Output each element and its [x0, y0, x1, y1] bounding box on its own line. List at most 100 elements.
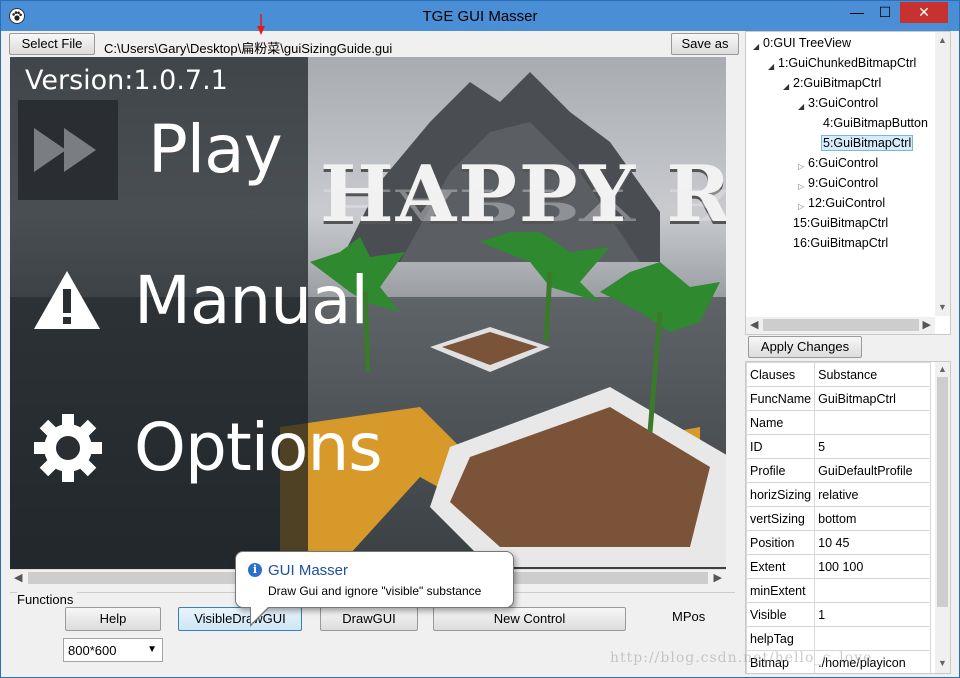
- property-row[interactable]: ID 5: [746, 434, 932, 459]
- version-label: Version:1.0.7.1: [25, 65, 228, 96]
- collapse-icon[interactable]: ◢: [768, 62, 774, 71]
- property-value[interactable]: 10 45: [814, 530, 932, 555]
- play-icon-box[interactable]: [18, 100, 118, 200]
- property-row[interactable]: Extent 100 100: [746, 554, 932, 579]
- property-row[interactable]: helpTag: [746, 626, 932, 651]
- mpos-label: MPos: [672, 609, 706, 624]
- property-key: Profile: [746, 458, 816, 483]
- properties-table: Clauses Substance FuncName GuiBitmapCtrl …: [746, 362, 932, 673]
- resolution-select[interactable]: 800*600 ▼: [63, 638, 163, 662]
- property-key: FuncName: [746, 386, 816, 411]
- menu-options[interactable]: Options: [134, 409, 383, 486]
- gui-preview[interactable]: HAPPY ROI HAPPY ROI Version:1.0.7.1 Play…: [10, 57, 726, 569]
- property-row[interactable]: Profile GuiDefaultProfile: [746, 458, 932, 483]
- scroll-left-icon[interactable]: ◀: [750, 318, 758, 331]
- title-bar[interactable]: TGE GUI Masser — ☐ ✕: [1, 1, 959, 31]
- apply-changes-button[interactable]: Apply Changes: [748, 336, 862, 358]
- property-row[interactable]: minExtent: [746, 578, 932, 603]
- gui-treeview[interactable]: ◢ 0:GUI TreeView ◢ 1:GuiChunkedBitmapCtr…: [745, 31, 951, 335]
- properties-vertical-scrollbar[interactable]: ▲ ▼: [935, 362, 950, 673]
- property-key: Extent: [746, 554, 816, 579]
- tree-node[interactable]: 12:GuiControl: [808, 196, 885, 210]
- fast-forward-icon: [34, 128, 96, 172]
- property-key: Visible: [746, 602, 816, 627]
- tooltip-tail: [251, 606, 269, 624]
- tree-vertical-scrollbar[interactable]: ▲ ▼: [935, 32, 950, 316]
- tooltip-body: Draw Gui and ignore "visible" substance: [268, 584, 482, 598]
- scroll-right-icon[interactable]: ▶: [714, 571, 722, 584]
- collapse-icon[interactable]: ◢: [783, 82, 789, 91]
- warning-icon: [34, 271, 100, 329]
- property-value[interactable]: relative: [814, 482, 932, 507]
- scroll-up-icon[interactable]: ▲: [938, 364, 947, 374]
- tree-node[interactable]: 3:GuiControl: [808, 96, 878, 110]
- property-key: Name: [746, 410, 816, 435]
- file-path: C:\Users\Gary\Desktop\扁粉菜\guiSizingGuide…: [104, 41, 393, 56]
- property-value[interactable]: 1: [814, 602, 932, 627]
- tree-node[interactable]: 6:GuiControl: [808, 156, 878, 170]
- watermark: http://blog.csdn.net/hello_c_love: [610, 650, 873, 666]
- property-row[interactable]: vertSizing bottom: [746, 506, 932, 531]
- property-value[interactable]: bottom: [814, 506, 932, 531]
- maximize-button[interactable]: ☐: [872, 2, 898, 23]
- property-row[interactable]: Name: [746, 410, 932, 435]
- select-file-button[interactable]: Select File: [9, 33, 95, 55]
- scroll-left-icon[interactable]: ◀: [14, 571, 22, 584]
- menu-play[interactable]: Play: [148, 111, 283, 188]
- scroll-thumb[interactable]: [763, 319, 919, 331]
- menu-manual[interactable]: Manual: [134, 262, 369, 339]
- tree-node[interactable]: 0:GUI TreeView: [763, 36, 851, 50]
- tooltip: i GUI Masser Draw Gui and ignore "visibl…: [235, 551, 514, 627]
- banner-reflection: HAPPY ROI: [320, 178, 726, 229]
- tree-node[interactable]: 16:GuiBitmapCtrl: [793, 236, 888, 250]
- property-row[interactable]: FuncName GuiBitmapCtrl: [746, 386, 932, 411]
- gear-icon: [34, 414, 102, 482]
- property-value[interactable]: [814, 410, 932, 435]
- close-button[interactable]: ✕: [900, 2, 948, 23]
- property-value[interactable]: [814, 578, 932, 603]
- property-value[interactable]: 5: [814, 434, 932, 459]
- visible-draw-gui-button[interactable]: VisibleDrawGUI: [178, 607, 302, 631]
- expand-icon[interactable]: ▷: [798, 182, 804, 191]
- tooltip-title: GUI Masser: [268, 562, 349, 579]
- scroll-right-icon[interactable]: ▶: [923, 318, 931, 331]
- property-key: horizSizing: [746, 482, 816, 507]
- draw-gui-button[interactable]: DrawGUI: [320, 607, 418, 631]
- property-row[interactable]: Position 10 45: [746, 530, 932, 555]
- tree-node[interactable]: 15:GuiBitmapCtrl: [793, 216, 888, 230]
- scroll-up-icon[interactable]: ▲: [938, 35, 947, 45]
- resolution-value: 800*600: [68, 643, 117, 658]
- help-button[interactable]: Help: [65, 607, 161, 631]
- chevron-down-icon: ▼: [147, 644, 157, 655]
- property-value[interactable]: GuiBitmapCtrl: [814, 386, 932, 411]
- scroll-down-icon[interactable]: ▼: [938, 302, 947, 312]
- property-key: ID: [746, 434, 816, 459]
- tree-node[interactable]: 9:GuiControl: [808, 176, 878, 190]
- save-as-button[interactable]: Save as: [671, 33, 739, 55]
- new-control-button[interactable]: New Control: [433, 607, 626, 631]
- tree-node[interactable]: 4:GuiBitmapButton: [823, 116, 928, 130]
- minimize-button[interactable]: —: [844, 2, 870, 23]
- property-value[interactable]: GuiDefaultProfile: [814, 458, 932, 483]
- property-key: vertSizing: [746, 506, 816, 531]
- property-key: Position: [746, 530, 816, 555]
- property-value[interactable]: [814, 626, 932, 651]
- property-row[interactable]: Visible 1: [746, 602, 932, 627]
- expand-icon[interactable]: ▷: [798, 202, 804, 211]
- properties-grid[interactable]: Clauses Substance FuncName GuiBitmapCtrl …: [745, 361, 951, 674]
- expand-icon[interactable]: ▷: [798, 162, 804, 171]
- property-value[interactable]: 100 100: [814, 554, 932, 579]
- tree-horizontal-scrollbar[interactable]: ◀ ▶: [746, 317, 935, 334]
- property-row[interactable]: horizSizing relative: [746, 482, 932, 507]
- tree-node-selected[interactable]: 5:GuiBitmapCtrl: [821, 135, 914, 151]
- collapse-icon[interactable]: ◢: [753, 42, 759, 51]
- window-title: TGE GUI Masser: [422, 8, 538, 25]
- red-arrow-icon: [257, 14, 265, 35]
- property-key: helpTag: [746, 626, 816, 651]
- tree-node[interactable]: 1:GuiChunkedBitmapCtrl: [778, 56, 916, 70]
- tree-node[interactable]: 2:GuiBitmapCtrl: [793, 76, 881, 90]
- collapse-icon[interactable]: ◢: [798, 102, 804, 111]
- functions-label: Functions: [17, 592, 78, 607]
- scroll-down-icon[interactable]: ▼: [938, 658, 947, 668]
- scroll-thumb[interactable]: [937, 377, 948, 607]
